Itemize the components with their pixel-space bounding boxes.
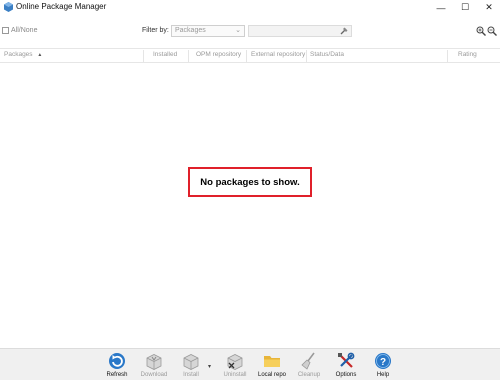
zoom-in-icon[interactable]	[476, 26, 486, 36]
help-icon: ?	[375, 353, 391, 369]
empty-state-highlight: No packages to show.	[188, 167, 312, 197]
uninstall-icon	[227, 354, 243, 370]
help-label: Help	[376, 372, 390, 378]
local-repo-button[interactable]: Local repo	[254, 351, 290, 380]
folder-icon	[264, 356, 280, 367]
column-rating[interactable]: Rating	[458, 51, 477, 58]
minimize-button[interactable]: —	[430, 0, 452, 15]
filter-bar: All/None Filter by: Packages ⌄	[0, 24, 500, 42]
filter-dropdown[interactable]: Packages ⌄	[171, 25, 245, 37]
close-button[interactable]: ✕	[478, 0, 500, 15]
bottom-toolbar: Refresh Download Install ▾ Uninstall Loc…	[0, 348, 500, 380]
svg-text:?: ?	[380, 357, 386, 368]
all-none-label: All/None	[11, 27, 38, 34]
uninstall-label: Uninstall	[223, 372, 247, 378]
help-button[interactable]: ? Help	[365, 351, 401, 380]
uninstall-button[interactable]: Uninstall	[217, 351, 253, 380]
checkbox-box[interactable]	[2, 27, 9, 34]
download-label: Download	[140, 372, 168, 378]
package-list-header: Packages ▲ Installed OPM repository Exte…	[0, 48, 500, 63]
column-divider[interactable]	[306, 50, 307, 62]
column-packages-label: Packages	[4, 51, 33, 58]
all-none-checkbox[interactable]: All/None	[2, 27, 37, 34]
broom-icon	[301, 352, 315, 370]
column-opm-repository[interactable]: OPM repository	[196, 51, 241, 58]
filter-by-label: Filter by:	[142, 27, 169, 34]
clear-search-icon[interactable]	[339, 26, 349, 36]
refresh-icon	[109, 353, 125, 369]
column-divider[interactable]	[143, 50, 144, 62]
refresh-button[interactable]: Refresh	[99, 351, 135, 380]
chevron-down-icon: ⌄	[235, 27, 241, 34]
install-dropdown-caret-icon[interactable]: ▾	[208, 363, 211, 370]
install-label: Install	[183, 372, 199, 378]
download-icon	[146, 354, 162, 370]
options-button[interactable]: Options	[328, 351, 364, 380]
column-installed[interactable]: Installed	[153, 51, 177, 58]
title-bar: Online Package Manager — ☐ ✕	[0, 0, 500, 15]
cleanup-button[interactable]: Cleanup	[291, 351, 327, 380]
install-button[interactable]: Install	[173, 351, 209, 380]
filter-selected-value: Packages	[175, 27, 206, 34]
install-icon	[183, 354, 199, 370]
column-packages[interactable]: Packages ▲	[4, 51, 42, 58]
refresh-label: Refresh	[106, 372, 128, 378]
zoom-out-icon[interactable]	[487, 26, 497, 36]
search-input[interactable]	[248, 25, 352, 37]
tools-icon	[338, 352, 355, 368]
maximize-button[interactable]: ☐	[454, 0, 476, 15]
column-status-data[interactable]: Status/Data	[310, 51, 344, 58]
download-button[interactable]: Download	[136, 351, 172, 380]
column-external-repository[interactable]: External repository	[251, 51, 305, 58]
cleanup-label: Cleanup	[297, 372, 321, 378]
column-divider[interactable]	[447, 50, 448, 62]
window-title: Online Package Manager	[16, 2, 107, 11]
empty-state-message: No packages to show.	[200, 176, 300, 188]
local-repo-label: Local repo	[257, 372, 287, 378]
options-label: Options	[335, 372, 357, 378]
package-manager-app-icon	[4, 2, 13, 12]
column-divider[interactable]	[188, 50, 189, 62]
sort-ascending-icon: ▲	[37, 52, 43, 58]
column-divider[interactable]	[246, 50, 247, 62]
